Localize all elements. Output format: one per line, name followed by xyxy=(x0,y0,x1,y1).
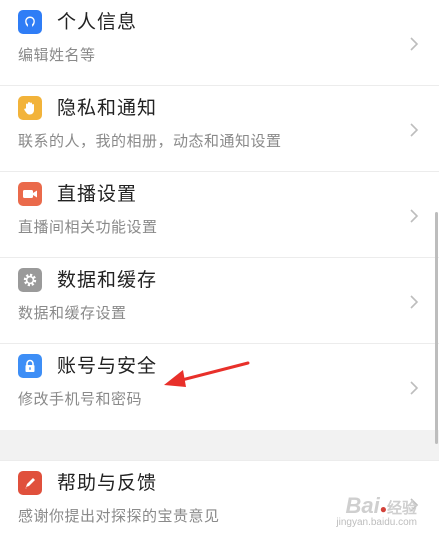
video-camera-icon xyxy=(18,182,42,206)
settings-item-data-cache[interactable]: 数据和缓存 数据和缓存设置 xyxy=(0,258,439,344)
chevron-right-icon xyxy=(410,37,419,51)
settings-item-title: 直播设置 xyxy=(57,183,138,205)
settings-item-subtitle: 直播间相关功能设置 xyxy=(18,218,158,236)
chevron-right-icon xyxy=(410,123,419,137)
settings-item-privacy[interactable]: 隐私和通知 联系的人，我的相册，动态和通知设置 xyxy=(0,86,439,172)
settings-item-title: 隐私和通知 xyxy=(57,97,158,119)
hand-icon xyxy=(18,96,42,120)
lock-icon xyxy=(18,354,42,378)
settings-item-subtitle: 编辑姓名等 xyxy=(18,46,96,64)
chevron-right-icon xyxy=(410,295,419,309)
settings-item-subtitle: 感谢你提出对探探的宝贵意见 xyxy=(18,507,220,525)
settings-item-title: 帮助与反馈 xyxy=(57,472,158,494)
settings-item-subtitle: 数据和缓存设置 xyxy=(18,304,127,322)
pencil-icon xyxy=(18,471,42,495)
section-divider xyxy=(0,430,439,461)
scrollbar[interactable] xyxy=(435,212,438,444)
settings-list: 个人信息 编辑姓名等 隐私和通知 联系的人，我的相册，动态和通知设置 直播设置 … xyxy=(0,0,439,547)
paw-icon: ● xyxy=(379,502,387,516)
watermark-logo: Bai xyxy=(345,493,380,518)
chevron-right-icon xyxy=(410,381,419,395)
user-profile-icon xyxy=(18,10,42,34)
settings-item-title: 账号与安全 xyxy=(57,355,158,377)
chevron-right-icon xyxy=(410,209,419,223)
gear-icon xyxy=(18,268,42,292)
settings-item-title: 个人信息 xyxy=(57,11,138,33)
watermark-url: jingyan.baidu.com xyxy=(336,517,417,528)
settings-item-subtitle: 修改手机号和密码 xyxy=(18,390,143,408)
settings-item-live[interactable]: 直播设置 直播间相关功能设置 xyxy=(0,172,439,258)
settings-item-personal-info[interactable]: 个人信息 编辑姓名等 xyxy=(0,0,439,86)
settings-item-title: 数据和缓存 xyxy=(57,269,158,291)
watermark: Bai●经验 jingyan.baidu.com xyxy=(336,493,417,528)
annotation-arrow-icon xyxy=(164,361,250,387)
settings-item-subtitle: 联系的人，我的相册，动态和通知设置 xyxy=(18,132,282,150)
watermark-suffix: 经验 xyxy=(386,500,417,517)
